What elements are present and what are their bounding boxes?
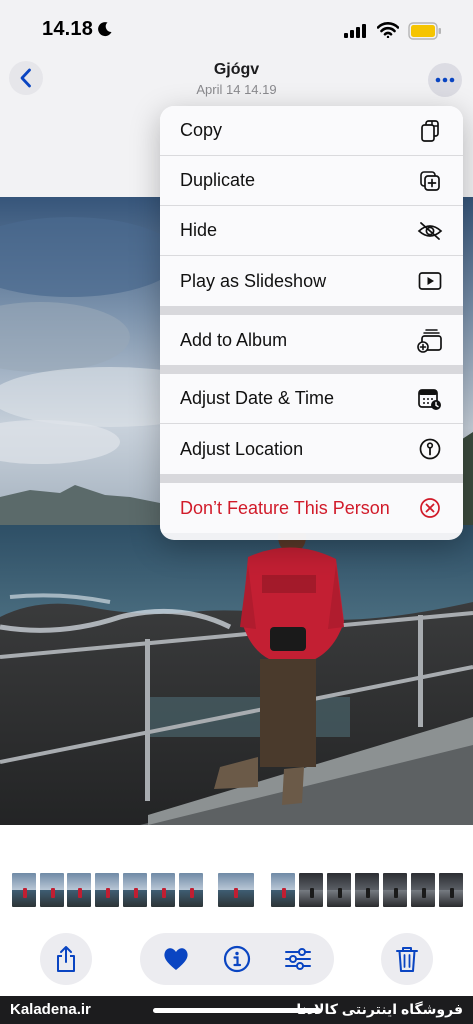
thumbnail[interactable] <box>40 873 64 907</box>
thumbnail[interactable] <box>67 873 91 907</box>
thumbnail[interactable] <box>123 873 147 907</box>
info-button[interactable] <box>211 933 263 985</box>
status-time: 14.18 <box>42 18 94 40</box>
bottom-toolbar <box>0 933 473 996</box>
photo-context-menu: Copy Duplicate Hide Play as Slideshow Ad… <box>160 106 463 540</box>
menu-item-copy[interactable]: Copy <box>160 106 463 156</box>
status-bar: 14.18 <box>0 0 473 52</box>
thumbnail[interactable] <box>95 873 119 907</box>
eye-slash-icon <box>417 218 443 244</box>
share-button[interactable] <box>40 933 92 985</box>
thumbnail-current[interactable] <box>218 873 254 907</box>
menu-item-adjust-date-time[interactable]: Adjust Date & Time <box>160 374 463 424</box>
ellipsis-icon <box>435 77 455 83</box>
thumbnail[interactable] <box>151 873 175 907</box>
watermark-right-text: فروشگاه اینترنتی کالادنا <box>296 1001 463 1017</box>
photo-location-title: Gjógv <box>213 61 260 78</box>
menu-item-label: Duplicate <box>180 170 256 190</box>
thumbnail-strip <box>0 825 473 933</box>
menu-item-label: Hide <box>180 220 218 240</box>
battery-icon <box>408 22 441 40</box>
info-icon <box>223 945 251 973</box>
thumbnail[interactable] <box>439 873 463 907</box>
menu-item-slideshow[interactable]: Play as Slideshow <box>160 256 463 306</box>
menu-separator <box>160 306 463 315</box>
cellular-signal-icon <box>344 24 366 38</box>
menu-item-duplicate[interactable]: Duplicate <box>160 156 463 206</box>
menu-item-label: Don’t Feature This Person <box>180 497 390 518</box>
menu-item-label: Play as Slideshow <box>180 270 327 291</box>
watermark-left-text: Kaladena.ir <box>10 1001 91 1018</box>
thumbnail[interactable] <box>411 873 435 907</box>
thumbnail[interactable] <box>327 873 351 907</box>
thumbnail[interactable] <box>383 873 407 907</box>
more-button[interactable] <box>428 63 462 97</box>
calendar-clock-icon <box>417 386 443 412</box>
wifi-icon <box>377 22 399 38</box>
favorite-button[interactable] <box>150 933 202 985</box>
menu-item-hide[interactable]: Hide <box>160 206 463 256</box>
menu-item-label: Add to Album <box>180 329 288 350</box>
photo-date-subtitle: April 14 14.19 <box>196 82 277 97</box>
x-circle-icon <box>417 495 443 521</box>
menu-item-label: Adjust Date & Time <box>180 388 335 408</box>
menu-item-dont-feature-person[interactable]: Don’t Feature This Person <box>160 483 463 533</box>
menu-item-adjust-location[interactable]: Adjust Location <box>160 424 463 474</box>
thumbnail[interactable] <box>271 873 295 907</box>
menu-separator <box>160 365 463 374</box>
menu-separator <box>160 474 463 483</box>
add-to-album-icon <box>417 327 443 353</box>
thumbnail[interactable] <box>355 873 379 907</box>
share-icon <box>57 946 75 972</box>
thumbnail[interactable] <box>12 873 36 907</box>
location-info-icon <box>417 436 443 462</box>
sliders-icon <box>285 948 311 970</box>
menu-item-add-to-album[interactable]: Add to Album <box>160 315 463 365</box>
duplicate-plus-square-icon <box>417 168 443 194</box>
menu-item-label: Adjust Location <box>180 438 304 459</box>
heart-icon <box>164 948 188 970</box>
watermark-bar: Kaladena.ir فروشگاه اینترنتی کالادنا <box>0 996 473 1024</box>
action-pill <box>140 933 334 985</box>
menu-item-label: Copy <box>180 120 223 140</box>
play-rectangle-icon <box>417 268 443 294</box>
delete-button[interactable] <box>381 933 433 985</box>
moon-icon <box>98 22 112 37</box>
copy-icon <box>417 118 443 144</box>
thumbnail[interactable] <box>179 873 203 907</box>
edit-adjust-button[interactable] <box>272 933 324 985</box>
thumbnail[interactable] <box>299 873 323 907</box>
trash-icon <box>396 947 418 972</box>
